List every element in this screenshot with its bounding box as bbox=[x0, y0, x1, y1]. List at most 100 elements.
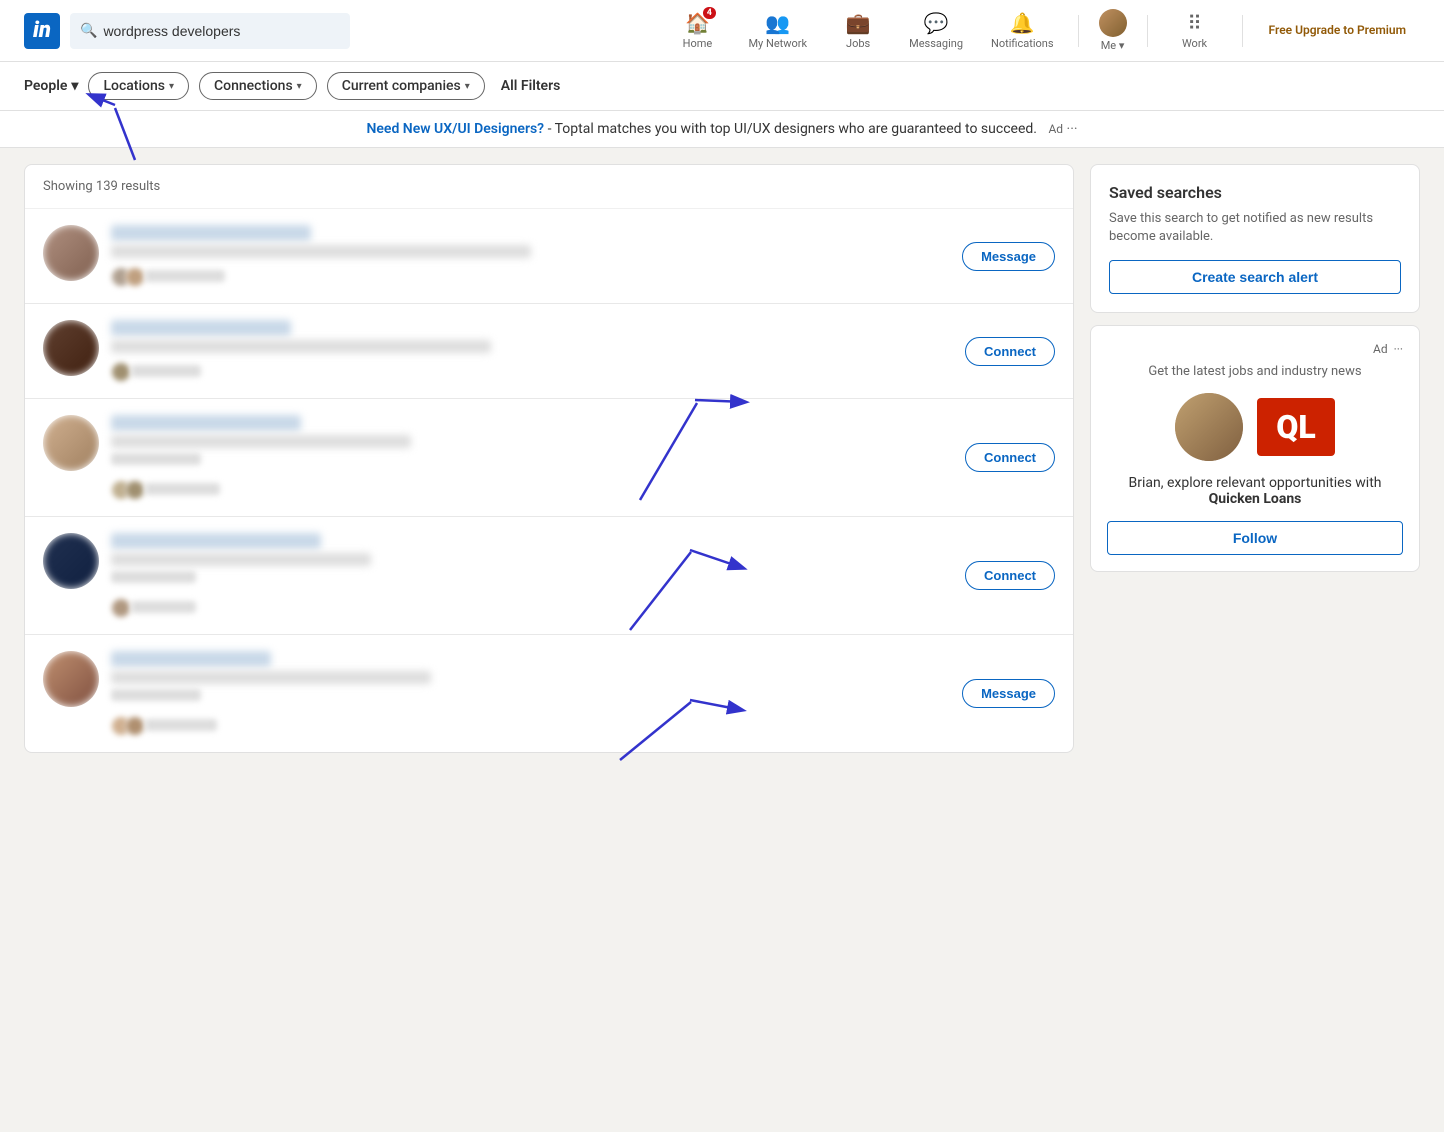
result-info bbox=[111, 533, 953, 618]
saved-searches-title: Saved searches bbox=[1109, 183, 1401, 202]
nav-messaging[interactable]: 💬 Messaging bbox=[897, 0, 975, 62]
company-initials: QL bbox=[1276, 408, 1315, 446]
people-filter[interactable]: People ▾ bbox=[24, 78, 78, 94]
ad-person-avatar bbox=[1175, 393, 1243, 461]
table-row: Connect bbox=[25, 399, 1073, 517]
sidebar: Saved searches Save this search to get n… bbox=[1090, 164, 1420, 753]
ad-person-text: Brian, explore relevant opportunities wi… bbox=[1129, 475, 1382, 491]
mutual-connections bbox=[145, 270, 225, 282]
ad-company-logo: QL bbox=[1257, 398, 1335, 456]
result-info bbox=[111, 225, 950, 287]
result-meta bbox=[111, 453, 201, 465]
ad-banner-desc: - Toptal matches you with top UI/UX desi… bbox=[548, 121, 1037, 137]
result-name bbox=[111, 320, 291, 336]
nav-jobs[interactable]: 💼 Jobs bbox=[823, 0, 893, 62]
result-name bbox=[111, 651, 271, 667]
table-row: Message bbox=[25, 209, 1073, 304]
ad-logos: QL bbox=[1107, 393, 1403, 461]
connect-button[interactable]: Connect bbox=[965, 561, 1055, 590]
search-bar[interactable]: 🔍 bbox=[70, 13, 350, 49]
locations-label: Locations bbox=[103, 78, 165, 94]
my-network-label: My Network bbox=[748, 37, 807, 50]
avatar bbox=[43, 651, 99, 707]
nav-items: 🏠4 Home 👥 My Network 💼 Jobs 💬 Messaging … bbox=[662, 0, 1420, 62]
nav-me[interactable]: Me ▾ bbox=[1091, 0, 1135, 62]
work-icon: ⠿ bbox=[1187, 11, 1202, 35]
locations-chevron-icon: ▾ bbox=[169, 81, 174, 92]
ad-banner: Need New UX/UI Designers? - Toptal match… bbox=[0, 111, 1444, 148]
avatar bbox=[1099, 9, 1127, 37]
search-icon: 🔍 bbox=[80, 23, 97, 39]
connect-button[interactable]: Connect bbox=[965, 337, 1055, 366]
result-info bbox=[111, 415, 953, 500]
mutual-avatars bbox=[111, 267, 139, 287]
people-label: People bbox=[24, 78, 67, 94]
result-mutual bbox=[111, 267, 225, 287]
connect-button[interactable]: Connect bbox=[965, 443, 1055, 472]
table-row: Connect bbox=[25, 517, 1073, 635]
nav-premium[interactable]: Free Upgrade to Premium bbox=[1255, 0, 1420, 62]
result-name bbox=[111, 225, 311, 241]
me-label: Me ▾ bbox=[1101, 39, 1125, 52]
results-panel: Showing 139 results bbox=[24, 164, 1074, 753]
ad-dots-button[interactable]: ··· bbox=[1067, 121, 1078, 137]
saved-searches-card: Saved searches Save this search to get n… bbox=[1090, 164, 1420, 313]
ad-card-header: Ad ··· bbox=[1107, 342, 1403, 356]
connections-filter[interactable]: Connections ▾ bbox=[199, 72, 317, 100]
result-action: Message bbox=[962, 679, 1055, 708]
results-header: Showing 139 results bbox=[25, 165, 1073, 209]
result-info bbox=[111, 320, 953, 382]
message-button[interactable]: Message bbox=[962, 242, 1055, 271]
result-action: Connect bbox=[965, 443, 1055, 472]
result-title bbox=[111, 245, 531, 258]
nav-my-network[interactable]: 👥 My Network bbox=[736, 0, 819, 62]
ad-card-label: Ad bbox=[1373, 342, 1388, 356]
avatar bbox=[43, 320, 99, 376]
ad-banner-link[interactable]: Need New UX/UI Designers? bbox=[366, 121, 544, 137]
result-mutual bbox=[111, 362, 201, 382]
home-icon: 🏠4 bbox=[685, 11, 710, 35]
navbar: in 🔍 🏠4 Home 👥 My Network 💼 Jobs 💬 Messa… bbox=[0, 0, 1444, 62]
people-chevron-icon: ▾ bbox=[71, 78, 78, 94]
all-filters-button[interactable]: All Filters bbox=[501, 78, 561, 94]
result-name bbox=[111, 533, 321, 549]
locations-filter[interactable]: Locations ▾ bbox=[88, 72, 189, 100]
home-label: Home bbox=[683, 37, 713, 50]
result-title bbox=[111, 435, 411, 448]
notifications-icon: 🔔 bbox=[1010, 11, 1035, 35]
result-title bbox=[111, 671, 431, 684]
result-info bbox=[111, 651, 950, 736]
nav-divider-3 bbox=[1242, 15, 1243, 47]
result-action: Connect bbox=[965, 561, 1055, 590]
avatar bbox=[43, 415, 99, 471]
filter-bar: People ▾ Locations ▾ Connections ▾ Curre… bbox=[0, 62, 1444, 111]
jobs-icon: 💼 bbox=[846, 11, 871, 35]
follow-button[interactable]: Follow bbox=[1107, 521, 1403, 555]
result-action: Message bbox=[962, 242, 1055, 271]
connections-label: Connections bbox=[214, 78, 293, 94]
ad-card-dots-button[interactable]: ··· bbox=[1394, 342, 1403, 356]
all-filters-label: All Filters bbox=[501, 78, 561, 94]
create-search-alert-button[interactable]: Create search alert bbox=[1109, 260, 1401, 294]
linkedin-logo[interactable]: in bbox=[24, 13, 60, 49]
nav-work[interactable]: ⠿ Work bbox=[1160, 0, 1230, 62]
premium-label: Free Upgrade to Premium bbox=[1269, 23, 1406, 39]
messaging-label: Messaging bbox=[909, 37, 963, 50]
notifications-label: Notifications bbox=[991, 37, 1054, 50]
result-title bbox=[111, 340, 491, 353]
result-name bbox=[111, 415, 301, 431]
search-input[interactable] bbox=[103, 23, 340, 39]
current-companies-filter[interactable]: Current companies ▾ bbox=[327, 72, 485, 100]
current-companies-chevron-icon: ▾ bbox=[465, 81, 470, 92]
message-button[interactable]: Message bbox=[962, 679, 1055, 708]
work-label: Work bbox=[1182, 37, 1207, 50]
connections-chevron-icon: ▾ bbox=[297, 81, 302, 92]
saved-searches-description: Save this search to get notified as new … bbox=[1109, 210, 1401, 246]
avatar bbox=[43, 533, 99, 589]
nav-home[interactable]: 🏠4 Home bbox=[662, 0, 732, 62]
my-network-icon: 👥 bbox=[765, 11, 790, 35]
nav-notifications[interactable]: 🔔 Notifications bbox=[979, 0, 1066, 62]
main-content: Showing 139 results bbox=[0, 148, 1444, 769]
table-row: Message bbox=[25, 635, 1073, 752]
messaging-icon: 💬 bbox=[924, 11, 949, 35]
